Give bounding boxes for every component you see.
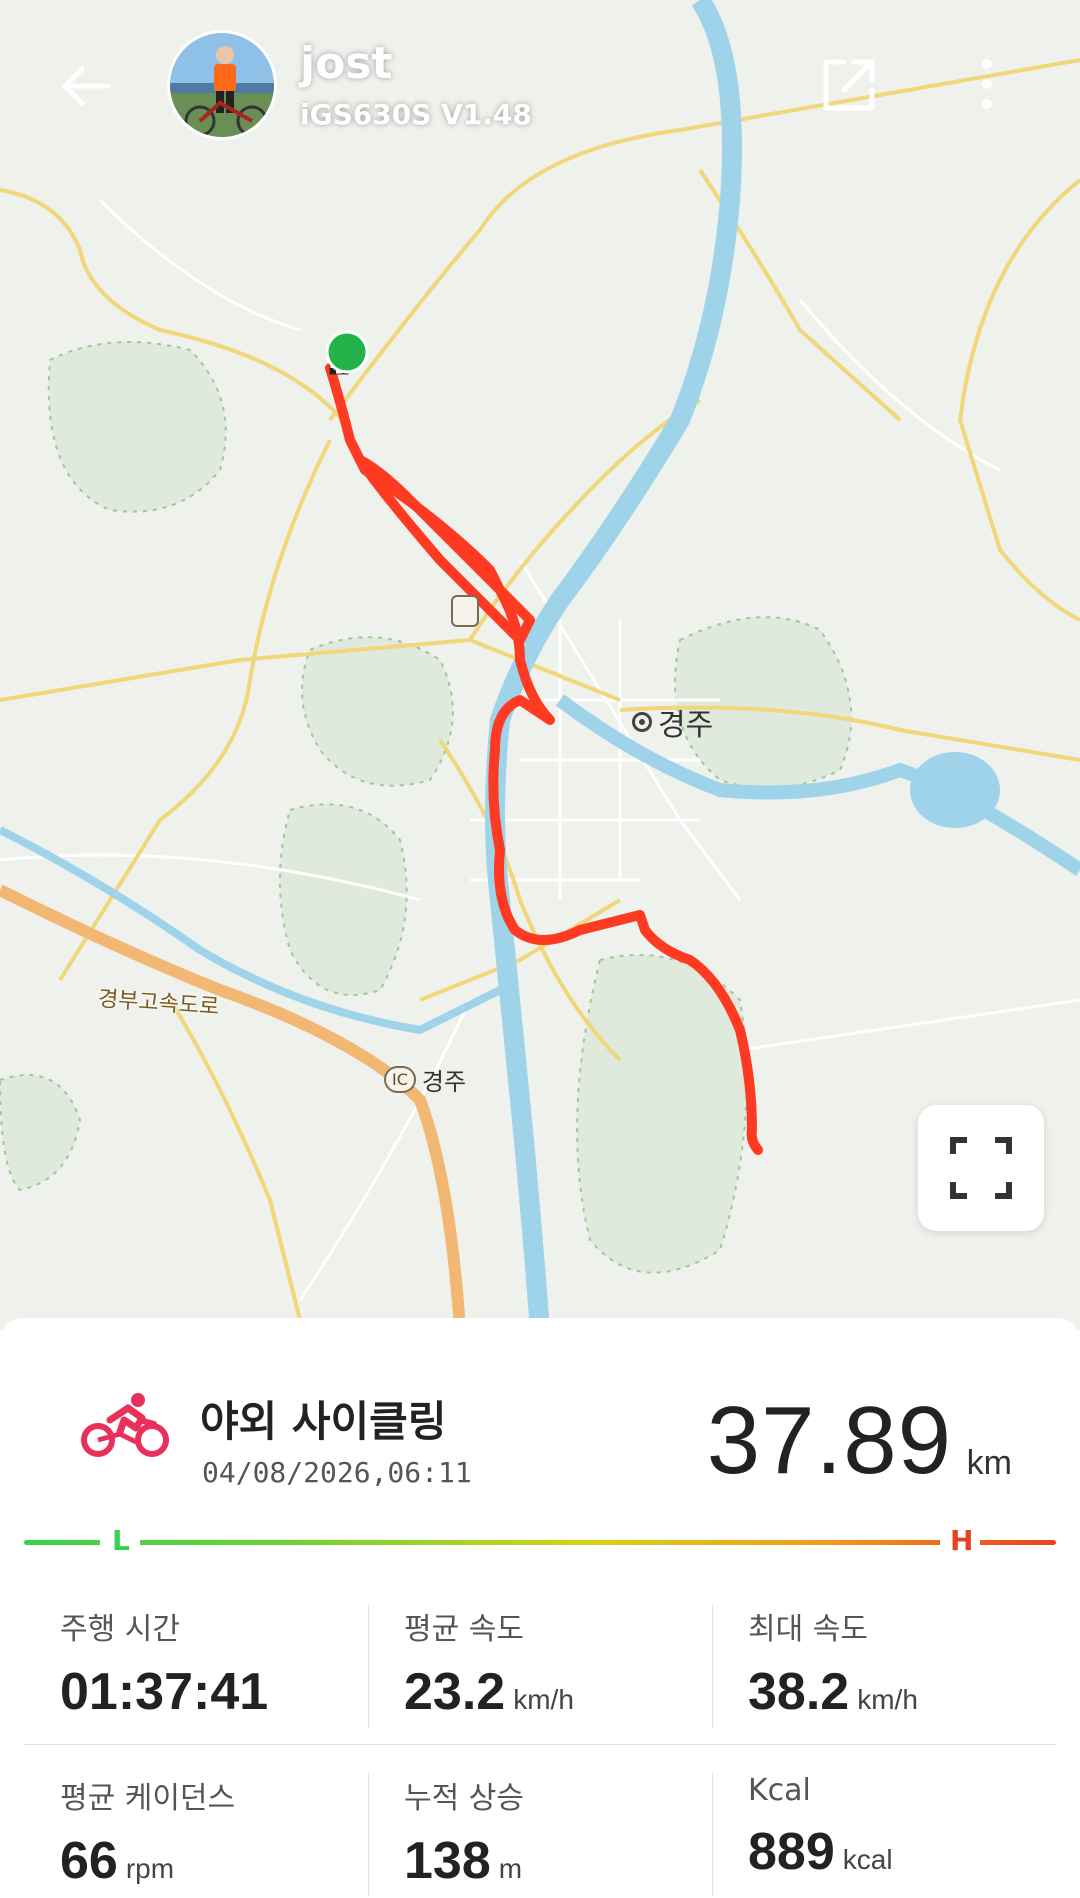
stat-number: 23.2 bbox=[404, 1663, 506, 1721]
ic-label: IC 경주 bbox=[384, 1062, 466, 1097]
fullscreen-button[interactable] bbox=[918, 1105, 1044, 1231]
stat-max-speed: 최대 속도 38.2 km/h bbox=[712, 1576, 1056, 1744]
stat-value: 66 rpm bbox=[60, 1831, 368, 1891]
stat-label: 주행 시간 bbox=[60, 1612, 180, 1647]
stat-label: 최대 속도 bbox=[748, 1612, 868, 1647]
fullscreen-icon bbox=[950, 1137, 1012, 1199]
scale-high-label: H bbox=[950, 1524, 974, 1557]
start-marker bbox=[325, 330, 369, 374]
city-name: 경주 bbox=[658, 708, 714, 743]
stat-number: 889 bbox=[748, 1823, 835, 1881]
external-share-icon bbox=[823, 59, 875, 111]
stat-unit: km/h bbox=[857, 1684, 918, 1715]
stat-unit: kcal bbox=[842, 1844, 893, 1875]
user-name: jost bbox=[300, 38, 393, 89]
stat-value: 138 m bbox=[404, 1831, 712, 1891]
distance-unit: km bbox=[966, 1444, 1012, 1482]
stat-elevation-gain: 누적 상승 138 m bbox=[368, 1745, 712, 1898]
stats-row: 평균 케이던스 66 rpm 누적 상승 138 m Kcal 889 kcal bbox=[24, 1744, 1056, 1898]
share-button[interactable] bbox=[820, 56, 878, 114]
stats-grid: 주행 시간 01:37:41 평균 속도 23.2 km/h 최대 속도 38.2… bbox=[24, 1576, 1056, 1898]
back-arrow-icon bbox=[62, 66, 111, 106]
distance-value: 37.89 bbox=[706, 1387, 952, 1494]
city-label: 경주 bbox=[632, 700, 713, 744]
device-name: iGS630S V1.48 bbox=[300, 98, 532, 131]
activity-summary-panel: 야외 사이클링 04/08/2026,06:11 37.89 km L H 주행… bbox=[0, 1318, 1080, 1898]
stat-label: 누적 상승 bbox=[404, 1781, 524, 1816]
activity-datetime: 04/08/2026,06:11 bbox=[202, 1456, 472, 1489]
stat-number: 138 bbox=[404, 1832, 491, 1890]
scale-low-label: L bbox=[112, 1524, 130, 1557]
city-dot-icon bbox=[632, 712, 652, 732]
activity-title: 야외 사이클링 bbox=[200, 1397, 447, 1446]
stat-number: 66 bbox=[60, 1832, 118, 1890]
stat-value: 38.2 km/h bbox=[748, 1662, 1056, 1722]
stat-value: 889 kcal bbox=[748, 1822, 1056, 1882]
ic-name: 경주 bbox=[421, 1068, 467, 1096]
back-button[interactable] bbox=[56, 56, 116, 116]
stat-number: 38.2 bbox=[748, 1663, 850, 1721]
intensity-gradient bbox=[24, 1540, 1056, 1545]
intensity-scale: L H bbox=[24, 1522, 1056, 1562]
cycling-icon bbox=[80, 1390, 170, 1460]
stat-unit: rpm bbox=[125, 1853, 175, 1884]
reservoir bbox=[910, 752, 1000, 828]
stat-unit: m bbox=[498, 1853, 523, 1884]
ic-badge: IC bbox=[384, 1066, 416, 1093]
stat-label: 평균 속도 bbox=[404, 1612, 524, 1647]
road-sign bbox=[451, 595, 479, 627]
more-vertical-icon bbox=[982, 59, 992, 109]
stat-label: 평균 케이던스 bbox=[60, 1781, 236, 1816]
stat-calories: Kcal 889 kcal bbox=[712, 1745, 1056, 1898]
stat-value: 23.2 km/h bbox=[404, 1662, 712, 1722]
stats-row: 주행 시간 01:37:41 평균 속도 23.2 km/h 최대 속도 38.2… bbox=[24, 1576, 1056, 1744]
stat-avg-speed: 평균 속도 23.2 km/h bbox=[368, 1576, 712, 1744]
stat-ride-time: 주행 시간 01:37:41 bbox=[24, 1576, 368, 1744]
route-map[interactable]: 경주 경부고속도로 IC 경주 jost iGS630S V1.48 bbox=[0, 0, 1080, 1330]
stat-value: 01:37:41 bbox=[60, 1662, 368, 1722]
stat-number: 01:37:41 bbox=[60, 1663, 269, 1721]
stat-avg-cadence: 평균 케이던스 66 rpm bbox=[24, 1745, 368, 1898]
stat-label: Kcal bbox=[748, 1773, 811, 1808]
more-options-button[interactable] bbox=[972, 54, 1002, 114]
route-loop bbox=[355, 455, 535, 645]
stat-unit: km/h bbox=[513, 1684, 574, 1715]
avatar[interactable] bbox=[167, 30, 277, 140]
